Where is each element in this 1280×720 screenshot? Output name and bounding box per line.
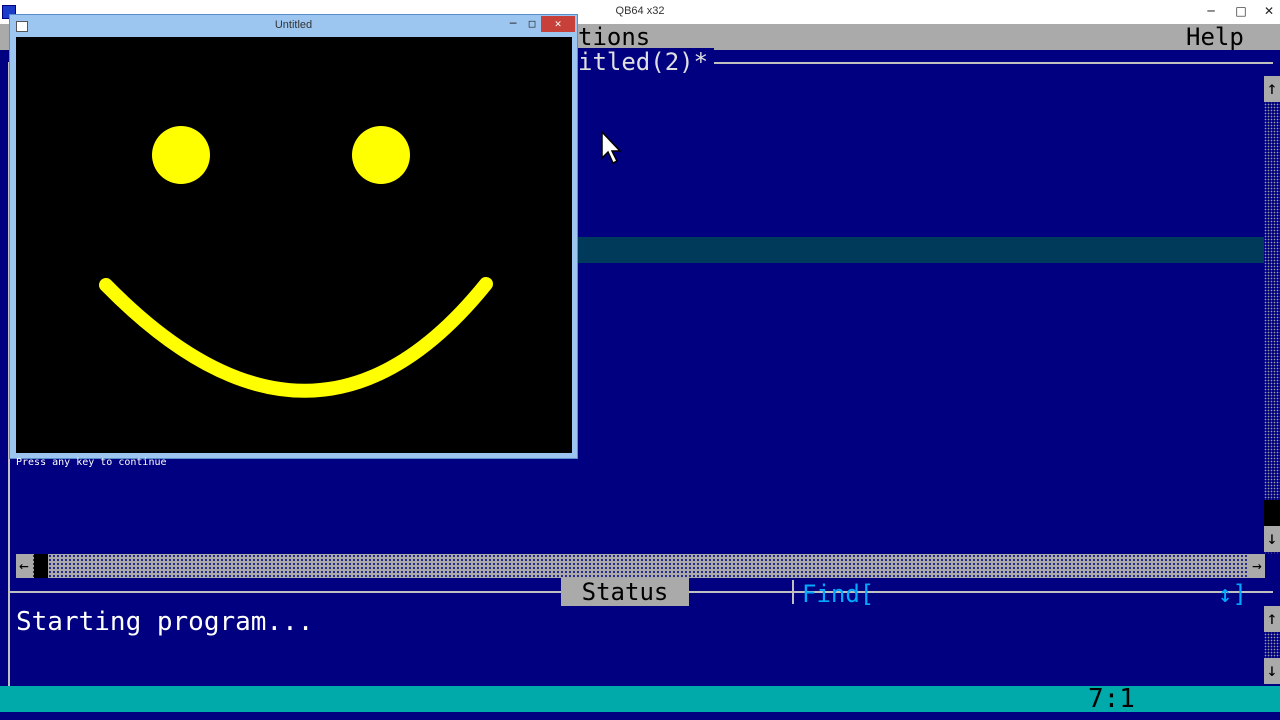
left-eye <box>152 126 210 184</box>
horizontal-scrollbar[interactable]: ← → <box>16 554 1265 578</box>
menu-help[interactable]: Help <box>1186 24 1244 50</box>
close-button[interactable]: ✕ <box>1258 2 1280 20</box>
status-scroll-up-button[interactable]: ↑ <box>1264 606 1280 632</box>
press-any-key-text: Press any key to continue <box>16 457 167 468</box>
smile-mouth <box>99 277 493 398</box>
minimize-button[interactable]: ─ <box>1200 2 1222 20</box>
mouse-pointer-icon <box>601 130 622 165</box>
vertical-scroll-thumb[interactable] <box>1264 500 1280 526</box>
scroll-right-button[interactable]: → <box>1249 554 1265 578</box>
output-close-button[interactable]: ✕ <box>541 16 575 32</box>
current-line-highlight <box>578 237 1265 263</box>
graphics-canvas: Press any key to continue <box>16 37 572 468</box>
output-window-title: Untitled <box>274 19 313 31</box>
find-separator <box>792 580 794 604</box>
vertical-scrollbar[interactable] <box>1264 76 1280 554</box>
cursor-position: 7:1 <box>1088 684 1135 714</box>
output-minimize-button[interactable]: ─ <box>504 16 522 32</box>
scroll-left-button[interactable]: ← <box>16 554 32 578</box>
horizontal-scroll-thumb[interactable] <box>34 554 48 578</box>
menu-options[interactable]: tions <box>578 24 650 50</box>
scroll-down-button[interactable]: ↓ <box>1264 526 1280 552</box>
find-field[interactable]: Find[ <box>802 580 874 608</box>
find-arrows[interactable]: ↕] <box>1218 580 1247 608</box>
output-window-titlebar[interactable]: Untitled ─ □ ✕ <box>10 15 577 37</box>
editor-file-title: itled(2)* <box>572 48 715 76</box>
output-maximize-button[interactable]: □ <box>524 16 540 32</box>
scroll-up-button[interactable]: ↑ <box>1264 76 1280 102</box>
status-scroll-down-button[interactable]: ↓ <box>1264 658 1280 684</box>
right-eye <box>352 126 410 184</box>
bottom-status-bar: 7:1 <box>0 686 1280 712</box>
status-message: Starting program... <box>16 607 314 637</box>
status-tab[interactable]: Status <box>561 578 689 606</box>
maximize-button[interactable]: □ <box>1230 2 1252 20</box>
smiley-face-drawing <box>99 126 493 398</box>
output-window[interactable]: Untitled ─ □ ✕ Press any key to continue <box>9 14 578 468</box>
